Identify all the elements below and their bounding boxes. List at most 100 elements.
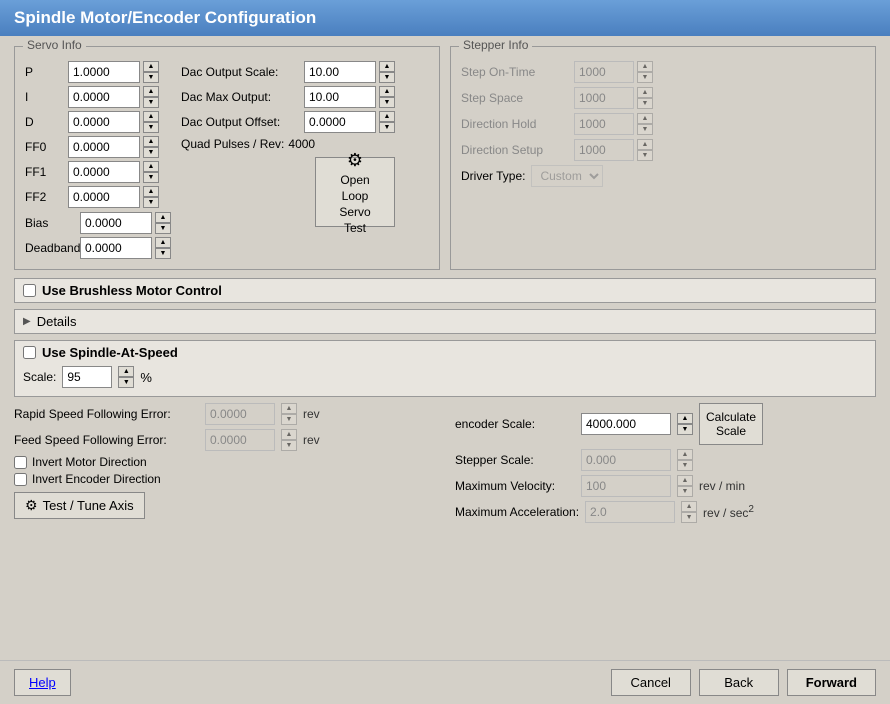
- p-label: P: [25, 65, 65, 79]
- max-velocity-spinner: ▲▼: [677, 475, 693, 497]
- bias-label: Bias: [25, 216, 77, 230]
- rapid-speed-row: Rapid Speed Following Error: ▲▼ rev: [14, 403, 435, 425]
- back-button[interactable]: Back: [699, 669, 779, 696]
- brushless-motor-label: Use Brushless Motor Control: [42, 283, 222, 298]
- ff0-spinner[interactable]: ▲▼: [143, 136, 159, 158]
- bottom-area: Rapid Speed Following Error: ▲▼ rev Feed…: [14, 403, 876, 527]
- feed-speed-spinner: ▲▼: [281, 429, 297, 451]
- dac-output-scale-label: Dac Output Scale:: [181, 65, 301, 79]
- invert-motor-label: Invert Motor Direction: [32, 455, 147, 469]
- ff2-input[interactable]: [68, 186, 140, 208]
- invert-motor-checkbox[interactable]: [14, 456, 27, 469]
- ff0-label: FF0: [25, 140, 65, 154]
- scale-row: Scale: ▲▼ %: [23, 366, 867, 388]
- dac-max-output-spinner[interactable]: ▲▼: [379, 86, 395, 108]
- i-spinner[interactable]: ▲▼: [143, 86, 159, 108]
- max-acceleration-input: [585, 501, 675, 523]
- step-on-time-input: [574, 61, 634, 83]
- max-acceleration-label: Maximum Acceleration:: [455, 505, 579, 519]
- ff2-spinner[interactable]: ▲▼: [143, 186, 159, 208]
- dac-output-scale-input[interactable]: [304, 61, 376, 83]
- encoder-scale-spinner[interactable]: ▲▼: [677, 413, 693, 435]
- ff1-label: FF1: [25, 165, 65, 179]
- direction-setup-input: [574, 139, 634, 161]
- stepper-scale-input: [581, 449, 671, 471]
- servo-left-fields: P ▲▼ I ▲▼ D ▲▼ FF0 ▲▼ FF1: [25, 61, 171, 259]
- top-row: Servo Info P ▲▼ I ▲▼ D ▲▼ FF0: [14, 46, 876, 270]
- invert-encoder-checkbox[interactable]: [14, 473, 27, 486]
- dac-output-offset-spinner[interactable]: ▲▼: [379, 111, 395, 133]
- feed-speed-label: Feed Speed Following Error:: [14, 433, 199, 447]
- step-space-label: Step Space: [461, 91, 571, 105]
- step-on-time-spinner: ▲▼: [637, 61, 653, 83]
- ff1-spinner[interactable]: ▲▼: [143, 161, 159, 183]
- feed-speed-input: [205, 429, 275, 451]
- d-spinner[interactable]: ▲▼: [143, 111, 159, 133]
- direction-setup-spinner: ▲▼: [637, 139, 653, 161]
- max-acceleration-unit: rev / sec2: [703, 504, 754, 520]
- rapid-speed-input: [205, 403, 275, 425]
- rapid-speed-unit: rev: [303, 407, 320, 421]
- dac-output-offset-label: Dac Output Offset:: [181, 115, 301, 129]
- open-loop-servo-test-button[interactable]: ⚙ Open Loop Servo Test: [315, 157, 395, 227]
- brushless-motor-checkbox[interactable]: [23, 284, 36, 297]
- invert-encoder-row: Invert Encoder Direction: [14, 472, 435, 486]
- help-button[interactable]: Help: [14, 669, 71, 696]
- ff0-input[interactable]: [68, 136, 140, 158]
- bias-input[interactable]: [80, 212, 152, 234]
- d-label: D: [25, 115, 65, 129]
- scale-input[interactable]: [62, 366, 112, 388]
- direction-hold-label: Direction Hold: [461, 117, 571, 131]
- deadband-spinner[interactable]: ▲▼: [155, 237, 171, 259]
- driver-type-label: Driver Type:: [461, 169, 525, 183]
- max-acceleration-spinner: ▲▼: [681, 501, 697, 523]
- footer: Help Cancel Back Forward: [0, 660, 890, 704]
- dac-output-scale-spinner[interactable]: ▲▼: [379, 61, 395, 83]
- bias-spinner[interactable]: ▲▼: [155, 212, 171, 234]
- gear-icon: ⚙: [25, 497, 38, 514]
- scale-unit: %: [140, 370, 152, 385]
- stepper-info-group: Stepper Info Step On-Time ▲▼ Step Space …: [450, 46, 876, 270]
- feed-speed-row: Feed Speed Following Error: ▲▼ rev: [14, 429, 435, 451]
- calculate-scale-button[interactable]: Calculate Scale: [699, 403, 763, 445]
- driver-type-select: Custom: [531, 165, 603, 187]
- details-triangle: ▶: [23, 316, 31, 327]
- step-space-input: [574, 87, 634, 109]
- dac-output-offset-input[interactable]: [304, 111, 376, 133]
- encoder-scale-input[interactable]: [581, 413, 671, 435]
- spindle-at-speed-checkbox[interactable]: [23, 346, 36, 359]
- scale-spinner[interactable]: ▲▼: [118, 366, 134, 388]
- servo-info-label: Servo Info: [23, 38, 86, 52]
- max-acceleration-row: Maximum Acceleration: ▲▼ rev / sec2: [455, 501, 876, 523]
- invert-motor-row: Invert Motor Direction: [14, 455, 435, 469]
- p-spinner[interactable]: ▲▼: [143, 61, 159, 83]
- open-loop-line2: Loop: [342, 189, 369, 203]
- direction-setup-label: Direction Setup: [461, 143, 571, 157]
- ff1-input[interactable]: [68, 161, 140, 183]
- encoder-scale-label: encoder Scale:: [455, 417, 575, 431]
- deadband-input[interactable]: [80, 237, 152, 259]
- dac-max-output-label: Dac Max Output:: [181, 90, 301, 104]
- stepper-scale-spinner: ▲▼: [677, 449, 693, 471]
- p-input[interactable]: [68, 61, 140, 83]
- cancel-button[interactable]: Cancel: [611, 669, 691, 696]
- rapid-speed-label: Rapid Speed Following Error:: [14, 407, 199, 421]
- spindle-at-speed-label: Use Spindle-At-Speed: [42, 345, 178, 360]
- feed-speed-unit: rev: [303, 433, 320, 447]
- forward-button[interactable]: Forward: [787, 669, 876, 696]
- step-space-spinner: ▲▼: [637, 87, 653, 109]
- test-tune-axis-button[interactable]: ⚙ Test / Tune Axis: [14, 492, 145, 519]
- quad-pulses-value: 4000: [288, 137, 315, 151]
- max-velocity-input: [581, 475, 671, 497]
- ff2-label: FF2: [25, 190, 65, 204]
- i-input[interactable]: [68, 86, 140, 108]
- d-input[interactable]: [68, 111, 140, 133]
- right-column: encoder Scale: ▲▼ Calculate Scale Steppe…: [455, 403, 876, 527]
- dac-max-output-input[interactable]: [304, 86, 376, 108]
- driver-type-row: Driver Type: Custom: [461, 165, 865, 187]
- scale-label: Scale:: [23, 370, 56, 384]
- details-section[interactable]: ▶ Details: [14, 309, 876, 334]
- max-velocity-label: Maximum Velocity:: [455, 479, 575, 493]
- i-label: I: [25, 90, 65, 104]
- open-loop-line1: Open: [340, 173, 369, 187]
